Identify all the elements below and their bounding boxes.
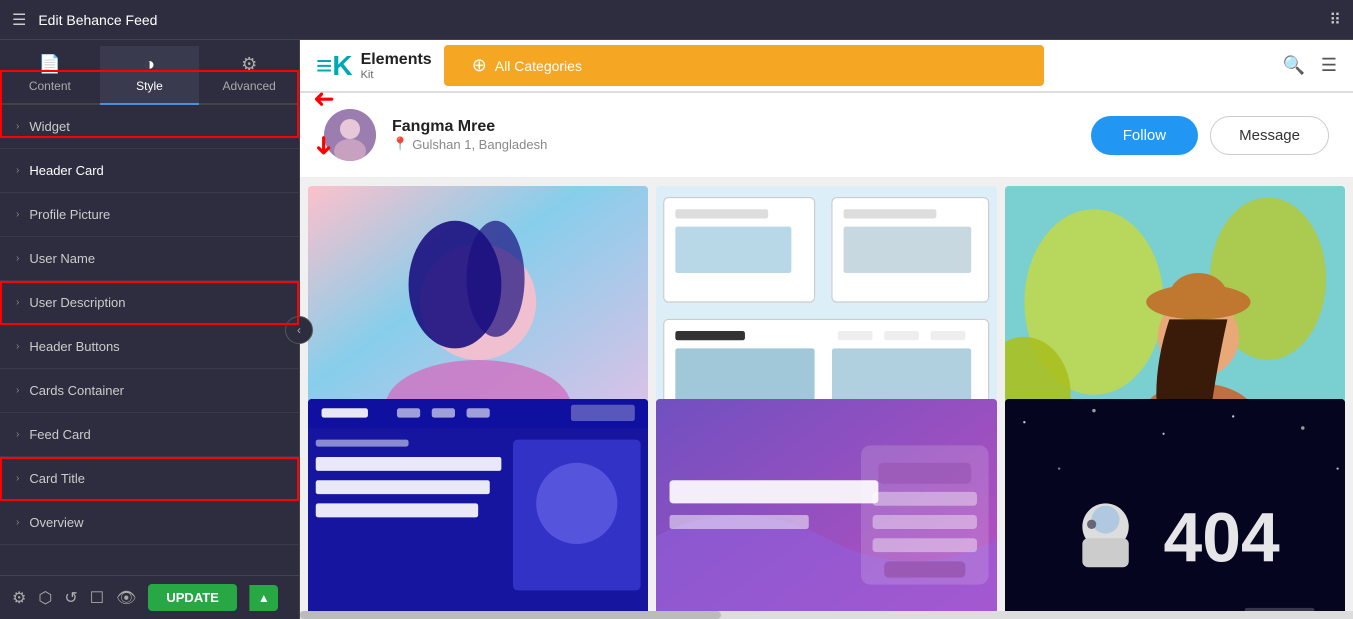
follow-button[interactable]: Follow (1091, 116, 1198, 155)
gallery-grid: 404 OOPOS (300, 178, 1353, 611)
sidebar-items-list: › Widget › Header Card › Profile Picture… (0, 105, 299, 575)
sidebar-item-widget[interactable]: › Widget (0, 105, 299, 149)
content-area: ≡K Elements Kit ⊕ All Categories 🔍 ☰ (300, 40, 1353, 619)
chevron-profile-picture: › (16, 209, 19, 220)
location-icon: 📍 (392, 136, 408, 152)
hamburger-icon[interactable]: ☰ (1321, 55, 1337, 76)
profile-picture-label: Profile Picture (29, 207, 110, 222)
sidebar-item-feed-card[interactable]: › Feed Card (0, 413, 299, 457)
grid-icon[interactable]: ⠿ (1329, 10, 1341, 30)
responsive-icon[interactable]: ☐ (90, 588, 104, 608)
categories-plus-icon: ⊕ (472, 55, 487, 76)
gallery-item-4[interactable] (308, 399, 648, 612)
menu-icon[interactable]: ☰ (12, 10, 26, 30)
user-description-label: User Description (29, 295, 125, 310)
profile-actions: Follow Message (1091, 116, 1329, 155)
overview-label: Overview (29, 515, 83, 530)
gallery-item-5[interactable] (656, 399, 996, 612)
chevron-widget: › (16, 121, 19, 132)
profile-info: Fangma Mree 📍 Gulshan 1, Bangladesh (392, 118, 1075, 152)
sidebar-item-cards-container[interactable]: › Cards Container (0, 369, 299, 413)
scrollbar-thumb[interactable] (300, 611, 721, 619)
feed-card-label: Feed Card (29, 427, 90, 442)
arrow-down-1: ➜ (309, 135, 340, 157)
profile-name: Fangma Mree (392, 118, 1075, 136)
horizontal-scrollbar[interactable] (300, 611, 1353, 619)
main-layout: 📄 Content ◑ Style ⚙ Advanced › Widget › … (0, 40, 1353, 619)
widget-label: Widget (29, 119, 69, 134)
style-icon: ◑ (144, 54, 155, 75)
tab-advanced-label: Advanced (222, 79, 275, 93)
search-icon[interactable]: 🔍 (1282, 55, 1304, 76)
profile-section: Fangma Mree 📍 Gulshan 1, Bangladesh Foll… (300, 93, 1353, 178)
header-card-label: Header Card (29, 163, 103, 178)
svg-text:404: 404 (1163, 498, 1279, 576)
tab-style-label: Style (136, 79, 163, 93)
ek-logo-name: Elements (361, 51, 432, 69)
tab-style[interactable]: ◑ Style (100, 46, 200, 105)
sidebar-item-overview[interactable]: › Overview (0, 501, 299, 545)
ek-logo-sub: Kit (361, 69, 432, 81)
ek-logo-mark: ≡K (316, 50, 353, 82)
space-svg: 404 OOPOS (1005, 399, 1345, 612)
card-title-label: Card Title (29, 471, 85, 486)
arrow-right-1: ➜ (313, 84, 335, 115)
chevron-cards-container: › (16, 385, 19, 396)
gallery-item-6[interactable]: 404 OOPOS (1005, 399, 1345, 612)
message-button[interactable]: Message (1210, 116, 1329, 155)
tab-advanced[interactable]: ⚙ Advanced (199, 46, 299, 103)
user-name-label: User Name (29, 251, 95, 266)
collapse-handle[interactable]: ‹ (285, 316, 313, 344)
profile-location: 📍 Gulshan 1, Bangladesh (392, 136, 1075, 152)
ek-logo-textblock: Elements Kit (361, 51, 432, 81)
top-bar: ☰ Edit Behance Feed ⠿ (0, 0, 1353, 40)
sidebar: 📄 Content ◑ Style ⚙ Advanced › Widget › … (0, 40, 300, 619)
tab-content-label: Content (29, 79, 71, 93)
page-title: Edit Behance Feed (38, 12, 1317, 28)
update-button[interactable]: UPDATE (148, 584, 236, 611)
ek-logo: ≡K Elements Kit (316, 50, 432, 82)
bissal-svg (308, 399, 648, 612)
sidebar-tabs: 📄 Content ◑ Style ⚙ Advanced (0, 40, 299, 105)
sidebar-item-header-card[interactable]: › Header Card (0, 149, 299, 193)
cards-container-label: Cards Container (29, 383, 124, 398)
content-icon: 📄 (39, 54, 61, 75)
chevron-header-card: › (16, 165, 19, 176)
chevron-feed-card: › (16, 429, 19, 440)
content-topbar: ≡K Elements Kit ⊕ All Categories 🔍 ☰ (300, 40, 1353, 92)
sidebar-item-card-title[interactable]: › Card Title (0, 457, 299, 501)
sidebar-item-header-buttons[interactable]: › Header Buttons (0, 325, 299, 369)
layers-icon[interactable]: ⬡ (38, 588, 52, 608)
sidebar-item-user-description[interactable]: › User Description (0, 281, 299, 325)
welcome-svg (656, 399, 996, 612)
categories-label: All Categories (495, 58, 582, 74)
chevron-user-description: › (16, 297, 19, 308)
sidebar-item-user-name[interactable]: › User Name (0, 237, 299, 281)
preview-icon[interactable]: 👁 (116, 588, 136, 608)
location-text: Gulshan 1, Bangladesh (412, 137, 547, 152)
advanced-icon: ⚙ (241, 54, 257, 75)
sidebar-item-profile-picture[interactable]: › Profile Picture (0, 193, 299, 237)
history-icon[interactable]: ↺ (64, 588, 77, 608)
categories-button[interactable]: ⊕ All Categories (444, 45, 1044, 86)
tab-content[interactable]: 📄 Content (0, 46, 100, 103)
chevron-header-buttons: › (16, 341, 19, 352)
header-buttons-label: Header Buttons (29, 339, 119, 354)
topbar-actions: 🔍 ☰ (1282, 55, 1337, 76)
chevron-overview: › (16, 517, 19, 528)
update-dropdown-button[interactable]: ▲ (249, 585, 278, 611)
settings-icon[interactable]: ⚙ (12, 588, 26, 608)
sidebar-bottom: ⚙ ⬡ ↺ ☐ 👁 UPDATE ▲ (0, 575, 299, 619)
chevron-user-name: › (16, 253, 19, 264)
chevron-card-title: › (16, 473, 19, 484)
